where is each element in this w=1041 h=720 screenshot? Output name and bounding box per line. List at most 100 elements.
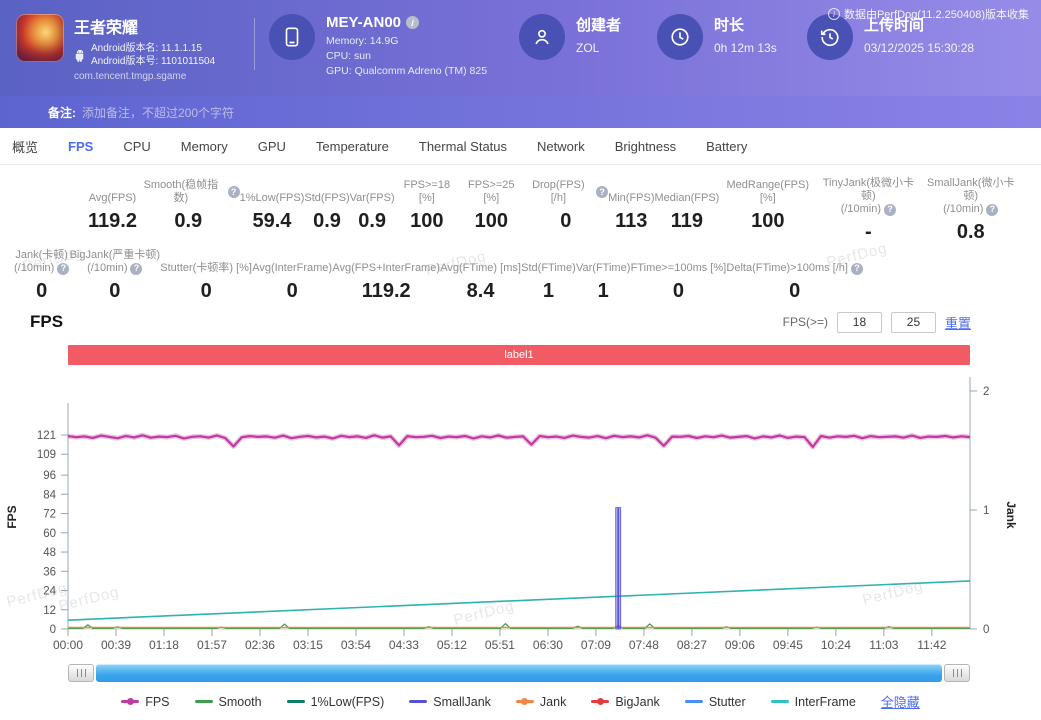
stat-value: 119.2 <box>332 280 440 303</box>
stat-item: Delta(FTime)>100ms [/h]?0 <box>726 247 863 305</box>
stat-item: Smooth(稳帧指数)?0.9 <box>137 177 240 243</box>
game-info-block: 王者荣耀 Android版本名: 11.1.1.15 Android版本号: 1… <box>16 14 254 82</box>
game-version-name: Android版本名: 11.1.1.15 <box>91 42 215 55</box>
legend-label: 1%Low(FPS) <box>311 695 385 709</box>
legend-item-jank[interactable]: Jank <box>516 695 566 709</box>
tab-network[interactable]: Network <box>537 139 585 154</box>
time-axis-tick: 00:00 <box>53 638 83 652</box>
legend-item-smalljank[interactable]: SmallJank <box>409 695 491 709</box>
duration-label: 时长 <box>714 14 777 35</box>
stat-value: 119.2 <box>88 210 137 233</box>
time-axis-tick: 03:54 <box>341 638 371 652</box>
help-icon[interactable]: ? <box>228 186 240 198</box>
stat-value: - <box>816 221 920 244</box>
tab-temperature[interactable]: Temperature <box>316 139 389 154</box>
tab-概览[interactable]: 概览 <box>12 137 38 156</box>
hide-all-link[interactable]: 全隐藏 <box>881 692 920 711</box>
remark-label: 备注: <box>48 104 76 121</box>
legend-item-1-low-fps-[interactable]: 1%Low(FPS) <box>287 695 385 709</box>
tab-fps[interactable]: FPS <box>68 139 93 154</box>
time-axis-tick: 04:33 <box>389 638 419 652</box>
stat-label: Median(FPS) <box>655 177 720 205</box>
device-gpu: GPU: Qualcomm Adreno (TM) 825 <box>326 64 487 79</box>
device-info-icon[interactable]: i <box>406 16 419 29</box>
upload-value: 03/12/2025 15:30:28 <box>864 41 974 55</box>
grip-icon <box>77 669 86 677</box>
stat-value: 113 <box>608 210 654 233</box>
duration-block: 时长 0h 12m 13s <box>657 14 807 60</box>
stat-label: Avg(FPS+InterFrame) <box>332 247 440 275</box>
stat-item: Var(FTime) 1 <box>576 247 630 305</box>
fps-axis-tick: 0 <box>50 624 56 636</box>
reset-button[interactable]: 重置 <box>945 313 971 332</box>
time-axis-tick: 07:09 <box>581 638 611 652</box>
stat-value: 1 <box>576 280 630 303</box>
fps-threshold-low-input[interactable] <box>837 312 882 333</box>
game-app-icon <box>16 14 64 62</box>
time-axis-tick: 06:30 <box>533 638 563 652</box>
stat-value: 0 <box>70 280 160 303</box>
jank-axis-title: Jank <box>1004 501 1018 529</box>
help-icon[interactable]: ? <box>57 263 69 275</box>
stat-label: Avg(FTime) [ms] <box>440 247 521 275</box>
jank-axis-tick: 2 <box>983 386 989 398</box>
label1-banner[interactable]: label1 <box>68 345 970 365</box>
tab-gpu[interactable]: GPU <box>258 139 286 154</box>
creator-value: ZOL <box>576 41 621 55</box>
tab-brightness[interactable]: Brightness <box>615 139 676 154</box>
stat-label: FPS>=18 [%] <box>395 177 459 205</box>
help-icon[interactable]: ? <box>851 263 863 275</box>
legend-label: InterFrame <box>795 695 856 709</box>
stat-label: Std(FPS) <box>304 177 349 205</box>
tab-cpu[interactable]: CPU <box>123 139 150 154</box>
device-cpu: CPU: sun <box>326 49 487 64</box>
info-icon: i <box>828 8 840 20</box>
fps-filter-label: FPS(>=) <box>783 315 828 329</box>
time-axis-tick: 05:12 <box>437 638 467 652</box>
stat-label: Delta(FTime)>100ms [/h]? <box>726 247 863 275</box>
help-icon[interactable]: ? <box>596 186 608 198</box>
game-package: com.tencent.tmgp.sgame <box>74 71 215 82</box>
stat-label: Min(FPS) <box>608 177 654 205</box>
game-version-code: Android版本号: 1101011504 <box>91 55 215 68</box>
legend-item-fps[interactable]: FPS <box>121 695 169 709</box>
time-axis-tick: 01:18 <box>149 638 179 652</box>
stat-value: 0 <box>14 280 69 303</box>
stat-label: Drop(FPS) [/h]? <box>523 177 608 205</box>
android-icon <box>74 49 86 62</box>
fps-section-title: FPS <box>30 312 63 332</box>
legend-marker <box>516 700 534 703</box>
tab-memory[interactable]: Memory <box>181 139 228 154</box>
tab-thermal-status[interactable]: Thermal Status <box>419 139 507 154</box>
time-axis-tick: 05:51 <box>485 638 515 652</box>
help-icon[interactable]: ? <box>130 263 142 275</box>
legend-item-stutter[interactable]: Stutter <box>685 695 746 709</box>
fps-threshold-high-input[interactable] <box>891 312 936 333</box>
stat-label: Var(FTime) <box>576 247 630 275</box>
stat-item: Std(FTime)1 <box>521 247 576 305</box>
tab-battery[interactable]: Battery <box>706 139 747 154</box>
fps-chart[interactable]: PerfDogPerfDogPerfDogPerfDog012243648607… <box>0 365 1041 662</box>
time-axis-tick: 07:48 <box>629 638 659 652</box>
scrollbar-right-handle[interactable] <box>944 664 970 682</box>
legend-item-bigjank[interactable]: BigJank <box>591 695 659 709</box>
time-axis-tick: 01:57 <box>197 638 227 652</box>
help-icon[interactable]: ? <box>884 204 896 216</box>
fps-axis-tick: 24 <box>43 586 56 598</box>
legend-item-smooth[interactable]: Smooth <box>195 695 262 709</box>
help-icon[interactable]: ? <box>986 204 998 216</box>
stat-value: 119 <box>655 210 720 233</box>
time-axis-tick: 02:36 <box>245 638 275 652</box>
stat-item: FPS>=25 [%]100 <box>459 177 523 243</box>
time-axis-tick: 10:24 <box>821 638 851 652</box>
stat-item: 1%Low(FPS)59.4 <box>240 177 305 243</box>
series-fps <box>68 435 970 447</box>
scrollbar-left-handle[interactable] <box>68 664 94 682</box>
legend-marker <box>591 700 609 703</box>
stat-value: 0.9 <box>304 210 349 233</box>
legend-item-interframe[interactable]: InterFrame <box>771 695 856 709</box>
legend-label: BigJank <box>615 695 659 709</box>
stat-item: BigJank(严重卡顿)(/10min)?0 <box>70 247 160 305</box>
remark-input[interactable]: 备注: 添加备注，不超过200个字符 <box>0 96 1041 128</box>
scrollbar-track[interactable] <box>96 664 942 682</box>
